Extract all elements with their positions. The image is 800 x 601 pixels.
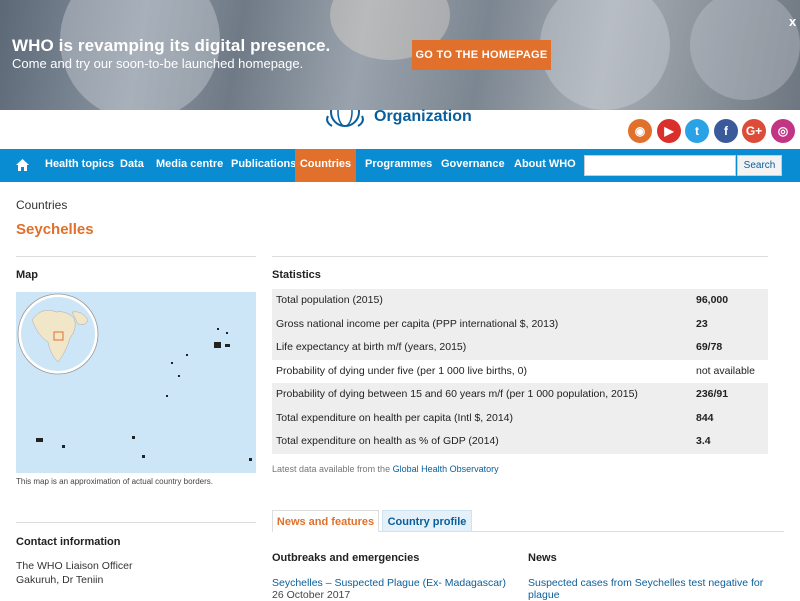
googleplus-icon[interactable]: G+: [742, 119, 766, 143]
nav-item-governance[interactable]: Governance: [441, 149, 505, 182]
stat-value: 3.4: [696, 435, 711, 447]
table-row: Total population (2015) 96,000: [272, 289, 768, 313]
search-button[interactable]: Search: [737, 155, 782, 176]
tab-country-profile[interactable]: Country profile: [382, 510, 472, 532]
table-row: Probability of dying between 15 and 60 y…: [272, 383, 768, 407]
table-row: Gross national income per capita (PPP in…: [272, 312, 768, 336]
breadcrumb[interactable]: Countries: [16, 198, 67, 212]
youtube-icon[interactable]: ▶: [657, 119, 681, 143]
stat-value: 96,000: [696, 294, 729, 306]
tab-news-and-features[interactable]: News and features: [272, 510, 379, 532]
instagram-icon[interactable]: ◎: [771, 119, 795, 143]
promo-banner: WHO is revamping its digital presence. C…: [0, 0, 800, 110]
stat-label: Total expenditure on health per capita (…: [276, 411, 513, 424]
divider: [16, 256, 256, 257]
stat-value: not available: [696, 364, 755, 377]
nav-item-publications[interactable]: Publications: [231, 149, 296, 182]
banner-bg-shape: [690, 0, 800, 100]
statistics-heading: Statistics: [272, 269, 321, 281]
nav-item-data[interactable]: Data: [120, 149, 144, 182]
nav-item-media-centre[interactable]: Media centre: [156, 149, 223, 182]
nav-item-countries[interactable]: Countries: [295, 149, 356, 182]
who-emblem-icon[interactable]: [322, 110, 368, 128]
stat-value: 236/91: [696, 388, 729, 400]
map-heading: Map: [16, 269, 38, 281]
stat-label: Probability of dying between 15 and 60 y…: [276, 388, 638, 400]
stat-label: Probability of dying under five (per 1 0…: [276, 364, 527, 377]
stat-value: 23: [696, 317, 708, 330]
page-title: Seychelles: [16, 221, 94, 238]
divider: [16, 522, 256, 523]
map-note: This map is an approximation of actual c…: [16, 477, 213, 486]
banner-bg-shape: [540, 0, 670, 110]
table-row: Total expenditure on health as % of GDP …: [272, 430, 768, 454]
outbreak-link[interactable]: Seychelles – Suspected Plague (Ex- Madag…: [272, 577, 506, 589]
table-row: Probability of dying under five (per 1 0…: [272, 360, 768, 384]
search-input[interactable]: [584, 155, 736, 176]
country-map[interactable]: [16, 292, 256, 473]
stat-value: 69/78: [696, 341, 723, 353]
go-to-homepage-button[interactable]: GO TO THE HOMEPAGE: [412, 40, 551, 70]
news-link[interactable]: Suspected cases from Seychelles test neg…: [528, 577, 763, 601]
rss-icon[interactable]: ◉: [628, 119, 652, 143]
facebook-icon[interactable]: f: [714, 119, 738, 143]
banner-headline: WHO is revamping its digital presence.: [12, 36, 331, 55]
youtube-glyph: ▶: [664, 124, 674, 138]
home-icon[interactable]: [15, 158, 30, 172]
rss-glyph: ◉: [634, 124, 646, 138]
twitter-glyph: t: [695, 124, 699, 138]
latest-data-prefix: Latest data available from the: [272, 464, 391, 474]
table-row: Total expenditure on health per capita (…: [272, 406, 768, 430]
stat-label: Total expenditure on health as % of GDP …: [276, 435, 499, 447]
stat-value: 844: [696, 411, 714, 424]
instagram-glyph: ◎: [777, 124, 789, 138]
stat-label: Gross national income per capita (PPP in…: [276, 317, 559, 330]
who-logo-text[interactable]: Organization: [374, 108, 472, 126]
news-heading: News: [528, 552, 557, 564]
contact-heading: Contact information: [16, 536, 121, 548]
outbreak-date: 26 October 2017: [272, 589, 351, 601]
twitter-icon[interactable]: t: [685, 119, 709, 143]
close-banner-icon[interactable]: x: [789, 14, 796, 29]
contact-line: The WHO Liaison Officer: [16, 560, 133, 572]
stat-label: Life expectancy at birth m/f (years, 201…: [276, 341, 467, 353]
news-link-line: plague: [528, 589, 560, 601]
statistics-table: Total population (2015) 96,000 Gross nati…: [272, 289, 768, 454]
outbreaks-heading: Outbreaks and emergencies: [272, 552, 420, 564]
divider: [272, 256, 768, 257]
latest-data-note: Latest data available from the Global He…: [272, 464, 499, 474]
facebook-glyph: f: [724, 124, 728, 138]
contact-line: Gakuruh, Dr Teniin: [16, 574, 104, 586]
nav-item-programmes[interactable]: Programmes: [365, 149, 432, 182]
banner-subline: Come and try our soon-to-be launched hom…: [12, 56, 304, 71]
global-health-observatory-link[interactable]: Global Health Observatory: [393, 464, 499, 474]
news-link-line: Suspected cases from Seychelles test neg…: [528, 577, 764, 589]
table-row: Life expectancy at birth m/f (years, 201…: [272, 336, 768, 360]
googleplus-glyph: G+: [745, 124, 763, 138]
stat-label: Total population (2015): [276, 294, 383, 306]
nav-item-health-topics[interactable]: Health topics: [45, 149, 114, 182]
nav-item-about-who[interactable]: About WHO: [514, 149, 576, 182]
